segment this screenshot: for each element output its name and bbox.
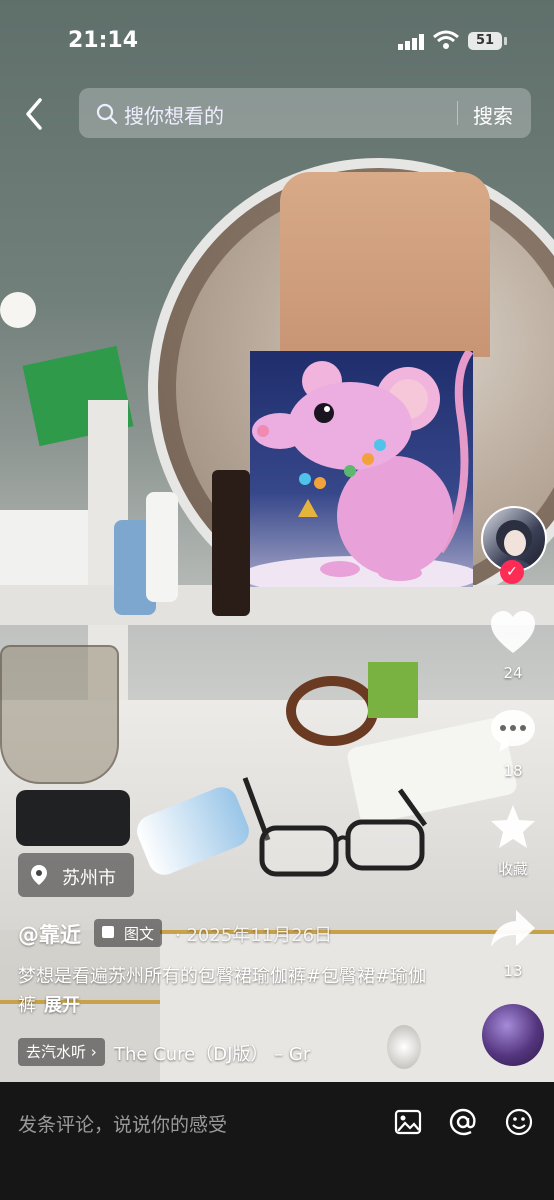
- follow-button[interactable]: ✓: [500, 560, 524, 584]
- expand-button[interactable]: 展开: [44, 995, 80, 1016]
- status-bar: 21:14 51: [0, 0, 554, 80]
- emoji-icon[interactable]: [503, 1106, 535, 1138]
- eyeglasses: [242, 777, 428, 877]
- star-icon[interactable]: [488, 802, 538, 852]
- comment-bar: 发条评论，说说你的感受: [0, 1082, 554, 1200]
- bead-bracelet: [286, 676, 378, 746]
- comment-input[interactable]: 发条评论，说说你的感受: [18, 1110, 227, 1137]
- battery-tip: [504, 37, 507, 45]
- drawer-knob: [387, 1025, 421, 1069]
- small-green-box: [368, 662, 418, 718]
- location-tag[interactable]: 苏州市: [18, 853, 134, 897]
- post-caption[interactable]: 梦想是看遍苏州所有的包臀裙瑜伽裤#包臀裙#瑜伽裤 展开: [18, 962, 438, 1020]
- battery-indicator: 51: [468, 32, 502, 50]
- mention-icon[interactable]: [447, 1106, 479, 1138]
- white-bottle: [146, 492, 178, 602]
- cellular-signal-icon: [398, 34, 424, 50]
- favorite-label: 收藏: [497, 860, 528, 878]
- music-disc[interactable]: [482, 1004, 544, 1066]
- search-input[interactable]: 搜你想看的: [124, 100, 224, 129]
- flower-decor: [0, 292, 36, 328]
- location-pin-icon: [31, 865, 47, 885]
- post-type-badge: 图文: [94, 919, 162, 947]
- comment-count: 18: [503, 762, 523, 780]
- image-icon[interactable]: [392, 1106, 424, 1138]
- glass-bowl: [0, 645, 119, 784]
- dark-bottle: [212, 470, 250, 616]
- status-time: 21:14: [68, 28, 139, 53]
- comment-icon[interactable]: [488, 706, 538, 756]
- search-button[interactable]: 搜索: [473, 100, 513, 129]
- image-post-icon: [102, 926, 114, 938]
- wifi-icon: [433, 30, 459, 49]
- glasses-case: [16, 790, 130, 846]
- location-label: 苏州市: [62, 868, 116, 889]
- post-type-label: 图文: [124, 925, 155, 943]
- shelf: [0, 585, 554, 625]
- back-button[interactable]: [18, 94, 52, 134]
- white-box: [0, 510, 88, 595]
- search-icon: [96, 103, 118, 125]
- mouse-sticker: [250, 351, 473, 587]
- music-title: The Cure（DJ版） – Gr: [114, 1044, 311, 1065]
- share-icon[interactable]: [488, 904, 538, 954]
- like-count: 24: [503, 664, 523, 682]
- open-music-app-link[interactable]: 去汽水听 ›: [18, 1038, 105, 1066]
- search-bar[interactable]: 搜你想看的 搜索: [79, 88, 531, 138]
- post-photo[interactable]: [0, 0, 554, 1082]
- like-icon[interactable]: [488, 608, 538, 658]
- mirror-reflection: [280, 172, 490, 357]
- search-divider: [457, 101, 458, 125]
- share-count: 13: [503, 962, 523, 980]
- post-date: · 2025年11月26日: [175, 925, 333, 946]
- author-name[interactable]: @靠近: [18, 919, 81, 949]
